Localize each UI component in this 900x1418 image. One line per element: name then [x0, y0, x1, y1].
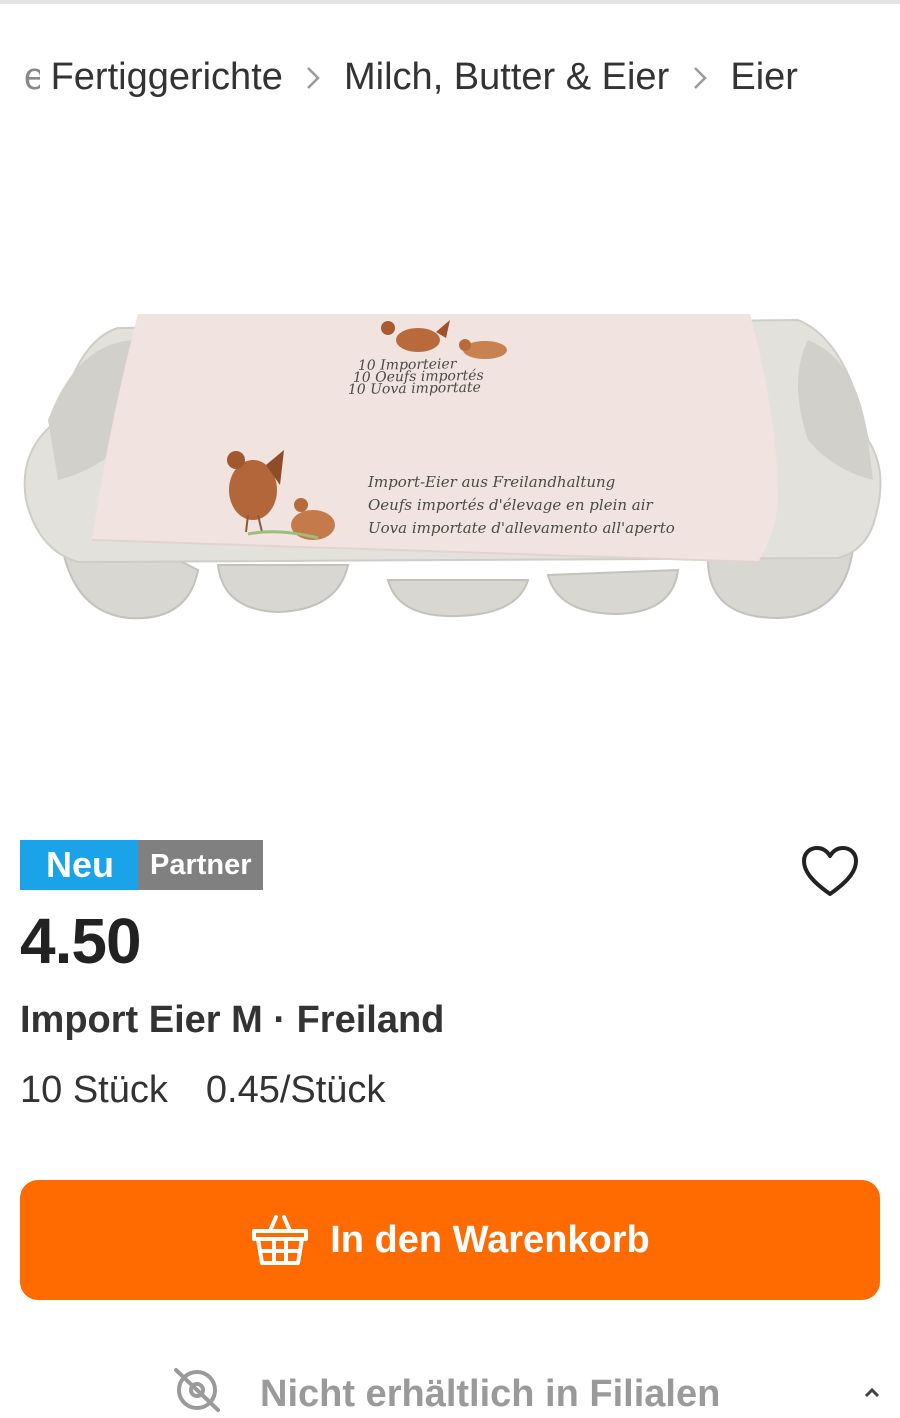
basket-icon [252, 1215, 309, 1265]
unit-price: 0.45/Stück [205, 1069, 386, 1111]
breadcrumb: e Fertiggerichte Milch, Butter & Eier Ei… [24, 52, 872, 102]
favorite-heart-icon[interactable] [800, 844, 860, 900]
store-unavailable-icon [174, 1368, 220, 1412]
sleeve-line: 10 Uova importate [348, 380, 481, 398]
store-availability-text: Nicht erhältlich in Filialen [260, 1373, 721, 1415]
sleeve-line: Oeufs importés d'élevage en plein air [368, 496, 654, 514]
breadcrumb-item-fertiggerichte[interactable]: Fertiggerichte [51, 52, 283, 102]
add-to-cart-button[interactable]: In den Warenkorb [20, 1180, 880, 1300]
breadcrumb-cut-fragment: e [24, 56, 40, 98]
chevron-right-icon [680, 52, 720, 102]
sleeve-line: Import-Eier aus Freilandhaltung [367, 473, 615, 491]
new-badge: Neu [20, 840, 139, 890]
breadcrumb-item-eier[interactable]: Eier [730, 52, 798, 102]
chevron-right-icon [293, 52, 333, 102]
product-price: 4.50 [20, 905, 142, 977]
product-badges: Neu Partner [20, 840, 263, 890]
breadcrumb-item-milch-butter-eier[interactable]: Milch, Butter & Eier [344, 52, 669, 102]
chevron-down-icon[interactable] [862, 1386, 882, 1398]
top-divider [0, 0, 900, 4]
product-image: 10 Importeier 10 Oeufs importés 10 Uova … [23, 314, 882, 620]
add-to-cart-label: In den Warenkorb [330, 1219, 650, 1261]
partner-badge: Partner [138, 840, 263, 890]
breadcrumb-fade [832, 52, 872, 102]
product-quantity: 10 Stück 0.45/Stück [20, 1066, 385, 1114]
product-title: Import Eier M · Freiland [20, 999, 445, 1041]
sleeve-line: Uova importate d'allevamento all'aperto [368, 519, 675, 537]
quantity-amount: 10 Stück [20, 1069, 168, 1111]
